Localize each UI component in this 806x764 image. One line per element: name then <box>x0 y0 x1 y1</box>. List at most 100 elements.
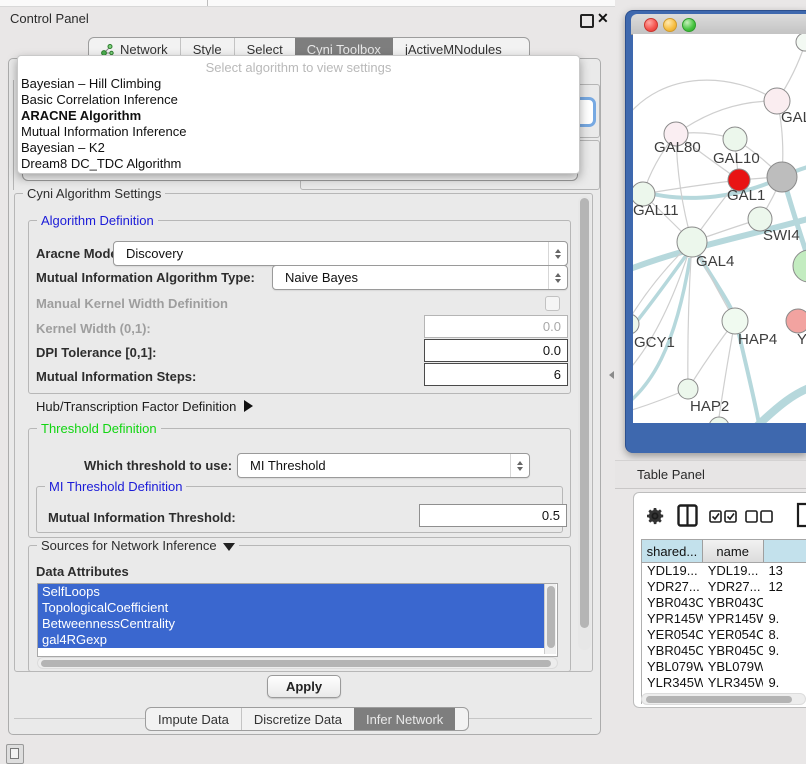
network-node-label: GCY1 <box>634 334 675 351</box>
aracne-mode-label: Aracne Mode: <box>36 246 122 261</box>
network-node[interactable] <box>723 127 747 151</box>
network-node-label: GAL10 <box>713 150 760 167</box>
table-cell: YDL19... <box>642 563 703 579</box>
combo-arrows-icon <box>548 266 567 289</box>
table-hscrollbar[interactable] <box>641 693 806 705</box>
table-cell: 12 <box>763 579 806 595</box>
collapse-down-icon <box>223 543 235 551</box>
table-row[interactable]: YER054CYER054C8. <box>642 627 806 643</box>
network-canvas[interactable]: GAL7GAL80GAL10GAL1GAL11SWI4GAL4GCY1HAP4Y… <box>633 34 806 423</box>
tab-impute-data[interactable]: Impute Data <box>146 708 241 730</box>
manual-kernel-label: Manual Kernel Width Definition <box>36 296 228 311</box>
attributes-hscrollbar[interactable] <box>37 657 558 669</box>
table-row[interactable]: YBR043CYBR043C <box>642 595 806 611</box>
network-node-label: GAL11 <box>633 202 679 219</box>
table-cell: YDR27... <box>642 579 703 595</box>
table-cell: YBR043C <box>642 595 703 611</box>
network-node[interactable] <box>767 162 797 192</box>
restore-panel-icon[interactable] <box>6 744 24 764</box>
dropdown-menu-item[interactable]: Bayesian – Hill Climbing <box>21 76 576 92</box>
which-threshold-combo[interactable]: MI Threshold <box>237 453 530 478</box>
table-cell: YLR345W <box>642 675 703 691</box>
mi-type-label: Mutual Information Algorithm Type: <box>36 270 255 285</box>
network-edge[interactable] <box>643 180 739 194</box>
tab-discretize-data[interactable]: Discretize Data <box>241 708 354 730</box>
table-row[interactable]: YBL079WYBL079W <box>642 659 806 675</box>
float-panel-icon[interactable] <box>580 14 594 28</box>
table-row[interactable]: YBR045CYBR045C9. <box>642 643 806 659</box>
data-attribute-item[interactable]: SelfLoops <box>38 584 545 600</box>
sources-title[interactable]: Sources for Network Inference <box>37 538 239 553</box>
column-header-clipped[interactable] <box>764 540 806 562</box>
table-row[interactable]: YPR145WYPR145W9. <box>642 611 806 627</box>
close-panel-icon[interactable]: ✕ <box>597 10 609 27</box>
table-row[interactable]: YLR345WYLR345W9. <box>642 675 806 691</box>
data-attribute-item[interactable]: gal4RGexp <box>38 632 545 648</box>
aracne-mode-combo[interactable]: Discovery <box>113 241 568 266</box>
network-node[interactable] <box>793 250 806 282</box>
data-attribute-item[interactable]: BetweennessCentrality <box>38 616 545 632</box>
network-edge[interactable] <box>753 385 806 423</box>
select-all-icon[interactable] <box>709 510 737 528</box>
table-row[interactable]: YDL19...YDL19...13 <box>642 563 806 579</box>
manual-kernel-checkbox[interactable] <box>545 296 560 311</box>
table-row[interactable]: YDR27...YDR27...12 <box>642 579 806 595</box>
dropdown-menu-item[interactable]: Bayesian – K2 <box>21 140 576 156</box>
window-close-icon[interactable] <box>644 18 658 32</box>
mi-steps-field[interactable]: 6 <box>424 363 568 386</box>
dpi-tolerance-field[interactable]: 0.0 <box>424 339 568 362</box>
mi-threshold-title: MI Threshold Definition <box>45 479 186 494</box>
table-cell: 13 <box>763 563 806 579</box>
window-minimize-icon[interactable] <box>663 18 677 32</box>
attributes-scrollbar[interactable] <box>544 584 556 654</box>
network-edge[interactable] <box>633 80 777 119</box>
split-columns-icon[interactable] <box>677 504 698 532</box>
network-node-label: HAP2 <box>690 398 729 415</box>
settings-scrollbar-thumb[interactable] <box>580 198 589 628</box>
network-node[interactable] <box>796 34 806 51</box>
gear-icon[interactable] <box>645 506 665 531</box>
network-node[interactable] <box>786 309 806 333</box>
dropdown-prompt: Select algorithm to view settings <box>18 60 579 75</box>
attributes-scrollbar-thumb[interactable] <box>547 586 555 648</box>
table-cell: YDR27... <box>703 579 764 595</box>
network-edge[interactable] <box>676 101 777 134</box>
dropdown-menu-item[interactable]: Dream8 DC_TDC Algorithm <box>21 156 576 172</box>
top-strip-divider <box>207 0 208 6</box>
kernel-width-field[interactable]: 0.0 <box>424 315 568 338</box>
tab-infer-network[interactable]: Infer Network <box>354 708 455 730</box>
algorithm-dropdown-popup: Select algorithm to view settings Bayesi… <box>17 55 580 174</box>
attributes-hscrollbar-thumb[interactable] <box>41 660 551 667</box>
column-header-shared-name[interactable]: shared... <box>642 540 703 562</box>
table-cell: YBR045C <box>642 643 703 659</box>
export-table-icon[interactable] <box>796 502 806 533</box>
cyni-settings-title: Cyni Algorithm Settings <box>23 186 165 201</box>
column-header-name[interactable]: name <box>703 540 764 562</box>
data-attribute-item[interactable]: TopologicalCoefficient <box>38 600 545 616</box>
hub-definition-label: Hub/Transcription Factor Definition <box>36 399 236 414</box>
dropdown-menu-item[interactable]: ARACNE Algorithm <box>21 108 576 124</box>
hub-definition-toggle[interactable]: Hub/Transcription Factor Definition <box>36 399 253 414</box>
table-cell: YPR145W <box>642 611 703 627</box>
table-hscrollbar-thumb[interactable] <box>646 696 792 703</box>
apply-button[interactable]: Apply <box>267 675 341 698</box>
network-window-titlebar[interactable] <box>631 14 806 35</box>
app-root: { "control_panel": { "title": "Control P… <box>0 0 806 762</box>
network-node[interactable] <box>709 417 729 423</box>
expand-right-icon <box>244 400 253 412</box>
splitter-collapse-icon[interactable] <box>609 371 614 379</box>
table-cell: 9. <box>763 643 806 659</box>
window-zoom-icon[interactable] <box>682 18 696 32</box>
mi-type-combo[interactable]: Naive Bayes <box>272 265 568 290</box>
mi-threshold-field[interactable]: 0.5 <box>419 504 567 527</box>
table-panel-title: Table Panel <box>637 467 705 482</box>
dropdown-menu-item[interactable]: Mutual Information Inference <box>21 124 576 140</box>
dropdown-menu-item[interactable]: Basic Correlation Inference <box>21 92 576 108</box>
deselect-all-icon[interactable] <box>745 510 773 528</box>
network-node[interactable] <box>678 379 698 399</box>
data-attributes-list[interactable]: SelfLoopsTopologicalCoefficientBetweenne… <box>37 583 558 657</box>
settings-scrollbar[interactable] <box>578 196 591 650</box>
tab-discretize-data-label: Discretize Data <box>254 712 342 727</box>
mi-steps-label: Mutual Information Steps: <box>36 369 196 384</box>
network-node-label: GAL7 <box>781 109 806 126</box>
